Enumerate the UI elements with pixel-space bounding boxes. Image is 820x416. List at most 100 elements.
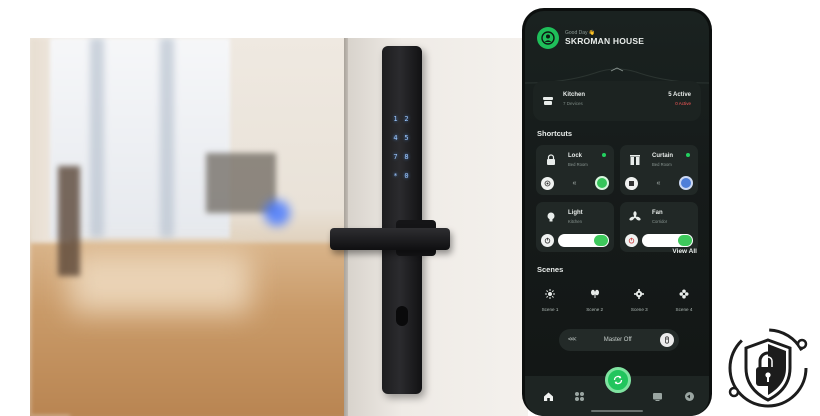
photo-chair	[58, 166, 80, 276]
nav-scenes[interactable]	[651, 390, 663, 402]
master-off-label: Master Off	[603, 337, 632, 343]
bulb-icon	[547, 212, 555, 222]
phone-mockup: Good Day 👋 SKROMAN HOUSE Kitchen 7 Devic…	[522, 8, 712, 416]
fingerprint-icon	[544, 180, 551, 186]
curtain-open-button[interactable]	[679, 176, 693, 190]
unlock-button[interactable]	[541, 176, 554, 190]
light-controls	[541, 233, 609, 247]
shortcut-room: Corridor	[652, 219, 668, 224]
room-name: Kitchen	[563, 92, 586, 98]
photo-door	[348, 38, 528, 416]
nav-settings[interactable]	[683, 390, 695, 402]
keypad-key: 1	[393, 115, 398, 123]
home-name: SKROMAN HOUSE	[565, 36, 645, 46]
sync-fab-button[interactable]	[605, 367, 631, 393]
nav-home[interactable]	[542, 390, 554, 402]
scene-2[interactable]: Scene 2	[580, 287, 610, 312]
curtain-controls: «	[625, 176, 693, 190]
scenes-title: Scenes	[537, 265, 564, 274]
home-icon	[543, 392, 553, 401]
app-screen: Good Day 👋 SKROMAN HOUSE Kitchen 7 Devic…	[525, 11, 709, 416]
scene-1[interactable]: Scene 1	[535, 287, 565, 312]
shortcut-lock[interactable]: Lock Bed Room «	[536, 145, 614, 195]
light-toggle[interactable]	[558, 233, 609, 247]
fan-power-button[interactable]	[625, 233, 638, 247]
lock-handle	[330, 228, 450, 250]
shortcut-name: Fan	[652, 210, 663, 216]
status-dot	[686, 153, 690, 157]
photo-blue-light	[264, 200, 290, 226]
shortcut-name: Curtain	[652, 153, 673, 159]
photo-cabinet	[206, 153, 276, 213]
keypad-key: 8	[404, 153, 409, 161]
keypad-key: 0	[404, 172, 409, 180]
app-header: Good Day 👋 SKROMAN HOUSE	[537, 27, 644, 49]
power-icon	[544, 237, 551, 243]
shortcut-name: Lock	[568, 153, 583, 159]
kitchen-icon	[543, 97, 553, 105]
keypad-key: 7	[393, 153, 398, 161]
scenes-row: Scene 1 Scene 2 Scene 3 Scene 4	[535, 287, 699, 312]
lock-keyhole	[396, 306, 408, 326]
room-summary-card[interactable]: Kitchen 7 Devices 5 Active 0 Active	[533, 81, 701, 121]
status-dot	[602, 153, 606, 157]
plant-icon	[590, 289, 599, 298]
shortcut-light[interactable]: Light Kitchen	[536, 202, 614, 252]
door-lock-photo: 12 45 78 * 0	[30, 38, 528, 416]
marketing-banner: 12 45 78 * 0 Good Day 👋 SKROMAN HOUSE Ki…	[0, 0, 820, 416]
shortcut-curtain[interactable]: Curtain Bed Room «	[620, 145, 698, 195]
fan-toggle[interactable]	[642, 233, 693, 247]
curtain-close-button[interactable]	[625, 176, 638, 190]
chevrons-left-icon: «	[656, 179, 661, 187]
fan-icon	[629, 211, 641, 221]
shortcut-room: Kitchen	[568, 219, 582, 224]
toggle-knob	[678, 234, 692, 246]
room-on-count: 0 Active	[675, 101, 691, 106]
keypad-key: 4	[393, 134, 398, 142]
gear-icon	[634, 289, 645, 299]
switch-icon	[665, 336, 669, 344]
light-power-button[interactable]	[541, 233, 554, 247]
scene-label: Scene 3	[630, 307, 648, 312]
master-off-knob[interactable]	[659, 333, 674, 347]
shortcut-room: Bed Room	[568, 162, 588, 167]
view-all-link[interactable]: View All	[672, 248, 697, 255]
room-active-count: 5 Active	[668, 92, 691, 98]
chevrons-left-icon: <<<	[568, 337, 576, 343]
lock-button[interactable]	[595, 176, 609, 190]
keypad-key: 2	[404, 115, 409, 123]
shortcut-room: Bed Room	[652, 162, 672, 167]
scene-label: Scene 2	[586, 307, 604, 312]
flower-icon	[679, 289, 689, 299]
home-indicator	[591, 410, 643, 412]
security-lock-icon	[728, 328, 808, 408]
settings-icon	[684, 391, 694, 401]
shortcut-name: Light	[568, 210, 583, 216]
lock-keypad: 12 45 78 * 0	[390, 108, 416, 184]
grid-icon	[574, 391, 584, 401]
user-icon	[541, 31, 555, 45]
scene-label: Scene 4	[675, 307, 693, 312]
scene-4[interactable]: Scene 4	[669, 287, 699, 312]
lock-controls: «	[541, 176, 609, 190]
master-off-slider[interactable]: <<< Master Off	[559, 329, 679, 351]
nav-devices[interactable]	[573, 390, 585, 402]
avatar[interactable]	[537, 27, 559, 49]
curtain-icon	[630, 155, 640, 165]
keypad-key: *	[393, 172, 398, 180]
curtain-closed-icon	[629, 180, 634, 186]
padlock-icon	[547, 154, 555, 165]
shortcut-fan[interactable]: Fan Corridor	[620, 202, 698, 252]
shortcuts-title: Shortcuts	[537, 129, 573, 138]
tv-icon	[652, 392, 662, 401]
scene-label: Scene 1	[541, 307, 559, 312]
sun-icon	[545, 289, 555, 299]
fan-controls	[625, 233, 693, 247]
chevrons-left-icon: «	[572, 179, 577, 187]
toggle-knob	[594, 234, 608, 246]
keypad-key: 5	[404, 134, 409, 142]
scene-3[interactable]: Scene 3	[624, 287, 654, 312]
room-devices: 7 Devices	[563, 101, 583, 106]
power-icon	[628, 237, 635, 243]
sync-icon	[613, 375, 623, 385]
